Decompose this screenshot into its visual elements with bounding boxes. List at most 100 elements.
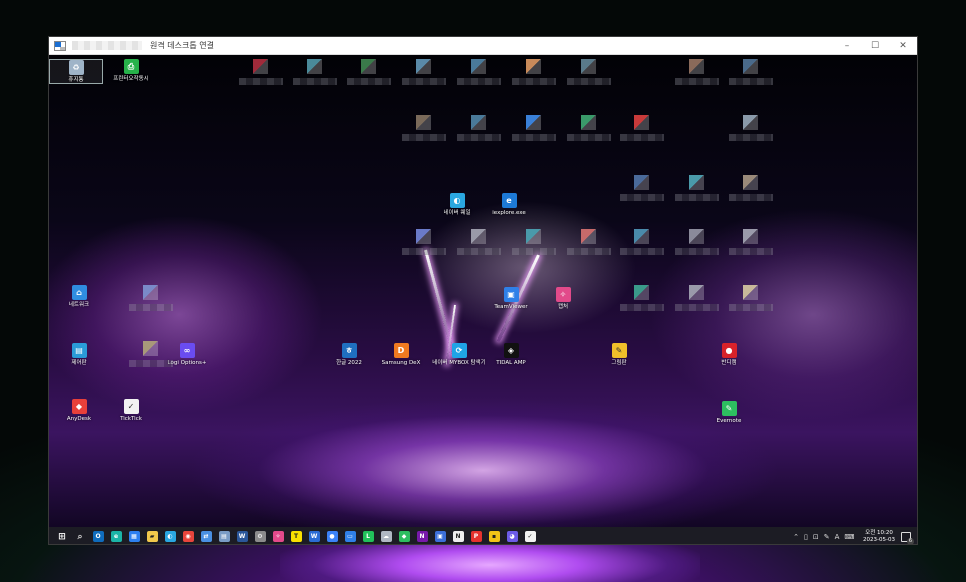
redacted-icon-label	[729, 304, 773, 311]
redacted-desktop-icon[interactable]	[743, 229, 758, 244]
remote-icon[interactable]: ⇄	[200, 531, 212, 542]
word-icon[interactable]: W	[236, 531, 248, 542]
desktop-icon-label: 네트워크	[68, 302, 90, 308]
desktop-icon[interactable]: e iexplore.exe	[479, 193, 539, 216]
redacted-desktop-icon[interactable]	[581, 229, 596, 244]
redacted-desktop-icon[interactable]	[689, 229, 704, 244]
chat-icon[interactable]: ▣	[434, 531, 446, 542]
redacted-desktop-icon[interactable]	[634, 175, 649, 190]
edge-icon[interactable]: e	[110, 531, 122, 542]
taskbar-clock[interactable]: 오전 10:20 2023-05-03	[863, 530, 895, 543]
redacted-desktop-icon[interactable]	[743, 115, 758, 130]
redacted-desktop-icon[interactable]	[307, 59, 322, 74]
onenote-icon[interactable]: N	[416, 531, 428, 542]
desktop-icon[interactable]: ㅎ 한글 2022	[319, 343, 379, 366]
notification-center-icon[interactable]: 6	[901, 531, 914, 544]
desktop-icon[interactable]: ♻ 휴지통	[49, 59, 103, 85]
desktop-icon[interactable]: ⎙ 프린터오작동시	[101, 59, 161, 82]
redacted-desktop-icon[interactable]	[526, 229, 541, 244]
redacted-desktop-icon[interactable]	[581, 115, 596, 130]
redacted-desktop-icon[interactable]	[634, 115, 649, 130]
redacted-desktop-icon[interactable]	[253, 59, 268, 74]
calendar-icon[interactable]: ▦	[128, 531, 140, 542]
desktop-icon-label: 캡처	[557, 304, 569, 310]
desktop-icon[interactable]: ▣ TeamViewer	[481, 287, 541, 310]
redacted-icon-label	[457, 248, 501, 255]
redacted-icon-label	[567, 134, 611, 141]
clock-date: 2023-05-03	[863, 536, 895, 543]
redacted-desktop-icon[interactable]	[471, 59, 486, 74]
redacted-host-name	[72, 41, 142, 50]
redacted-desktop-icon[interactable]	[416, 59, 431, 74]
desktop-icon[interactable]: ✧ 캡처	[533, 287, 593, 310]
desktop-icon[interactable]: ◆ AnyDesk	[49, 399, 109, 422]
maximize-button[interactable]: ☐	[861, 37, 889, 55]
evernote-icon[interactable]: ◆	[398, 531, 410, 542]
redacted-desktop-icon[interactable]	[634, 285, 649, 300]
discord-icon[interactable]: ◕	[506, 531, 518, 542]
notion-icon[interactable]: N	[452, 531, 464, 542]
cloud-icon[interactable]: ☁	[380, 531, 392, 542]
sticky-notes-icon[interactable]: ▪	[488, 531, 500, 542]
notes-icon[interactable]: ▤	[218, 531, 230, 542]
remote-desktop-window[interactable]: 원격 데스크톱 연결 – ☐ ✕ ♻ 휴지통 ⎙ 프린터오작동시 ◐ 네이버 웨일 e iex…	[48, 36, 918, 545]
redacted-icon-label	[457, 78, 501, 85]
redacted-desktop-icon[interactable]	[361, 59, 376, 74]
teams-icon[interactable]: ●	[326, 531, 338, 542]
outlook-icon[interactable]: O	[92, 531, 104, 542]
desktop-icon[interactable]: ▤ 제어판	[49, 343, 109, 366]
redacted-desktop-icon[interactable]	[689, 59, 704, 74]
ticktick-icon[interactable]: ✓	[524, 531, 536, 542]
redacted-desktop-icon[interactable]	[143, 285, 158, 300]
redacted-desktop-icon[interactable]	[581, 59, 596, 74]
redacted-desktop-icon[interactable]	[743, 59, 758, 74]
internet-explorer-icon: e	[501, 193, 517, 208]
pdf-icon[interactable]: P	[470, 531, 482, 542]
minimize-button[interactable]: –	[833, 37, 861, 55]
redacted-desktop-icon[interactable]	[526, 115, 541, 130]
redacted-desktop-icon[interactable]	[689, 175, 704, 190]
windows-start-icon[interactable]: ⊞	[57, 531, 68, 542]
redacted-desktop-icon[interactable]	[634, 229, 649, 244]
close-button[interactable]: ✕	[889, 37, 917, 55]
word-doc-icon[interactable]: W	[308, 531, 320, 542]
desktop-icon[interactable]: ◐ 네이버 웨일	[427, 193, 487, 216]
desktop-icon[interactable]: ⌂ 네트워크	[49, 285, 109, 308]
desktop-icon-label: TickTick	[120, 416, 142, 422]
window-titlebar[interactable]: 원격 데스크톱 연결 – ☐ ✕	[49, 37, 917, 55]
desktop-icon[interactable]: ✎ Evernote	[699, 401, 759, 424]
remote-desktop-area[interactable]: ♻ 휴지통 ⎙ 프린터오작동시 ◐ 네이버 웨일 e iexplore.exe ⌂ 네트워크 ∞ Lo…	[49, 55, 917, 527]
kakaotalk-icon[interactable]: T	[290, 531, 302, 542]
settings-icon[interactable]: ⚙	[254, 531, 266, 542]
desktop-icon-label: Evernote	[716, 418, 742, 424]
network-tray-icon[interactable]: ⊡	[813, 533, 819, 541]
battery-icon[interactable]: ▯	[804, 533, 808, 541]
keyboard-icon[interactable]: ⌨	[844, 533, 854, 541]
tray-overflow-chevron-icon[interactable]: ⌃	[793, 533, 799, 541]
desktop-icon[interactable]: ✓ TickTick	[101, 399, 161, 422]
chrome-icon[interactable]: ◉	[182, 531, 194, 542]
redacted-desktop-icon[interactable]	[416, 229, 431, 244]
desktop-icon[interactable]: ✎ 그림판	[589, 343, 649, 366]
search-icon[interactable]: ⌕	[75, 531, 86, 542]
desktop-icon[interactable]: D Samsung DeX	[371, 343, 431, 366]
file-explorer-icon[interactable]: ▰	[146, 531, 158, 542]
desktop-icon[interactable]: ⟳ 네이버 MYBOX 탐색기	[429, 343, 489, 366]
line-icon[interactable]: L	[362, 531, 374, 542]
redacted-desktop-icon[interactable]	[743, 285, 758, 300]
redacted-desktop-icon[interactable]	[471, 229, 486, 244]
desktop-icon[interactable]: ● 반디캠	[699, 343, 759, 366]
redacted-desktop-icon[interactable]	[689, 285, 704, 300]
redacted-desktop-icon[interactable]	[471, 115, 486, 130]
monitor-icon[interactable]: ▭	[344, 531, 356, 542]
palette-icon[interactable]: ✧	[272, 531, 284, 542]
whale-browser-icon[interactable]: ◐	[164, 531, 176, 542]
redacted-icon-label	[620, 134, 664, 141]
pen-icon[interactable]: ✎	[824, 533, 830, 541]
desktop-icon[interactable]: ◈ TIDAL AMP	[481, 343, 541, 366]
redacted-desktop-icon[interactable]	[743, 175, 758, 190]
ime-indicator[interactable]: A	[835, 533, 840, 541]
redacted-desktop-icon[interactable]	[416, 115, 431, 130]
redacted-desktop-icon[interactable]	[143, 341, 158, 356]
redacted-desktop-icon[interactable]	[526, 59, 541, 74]
